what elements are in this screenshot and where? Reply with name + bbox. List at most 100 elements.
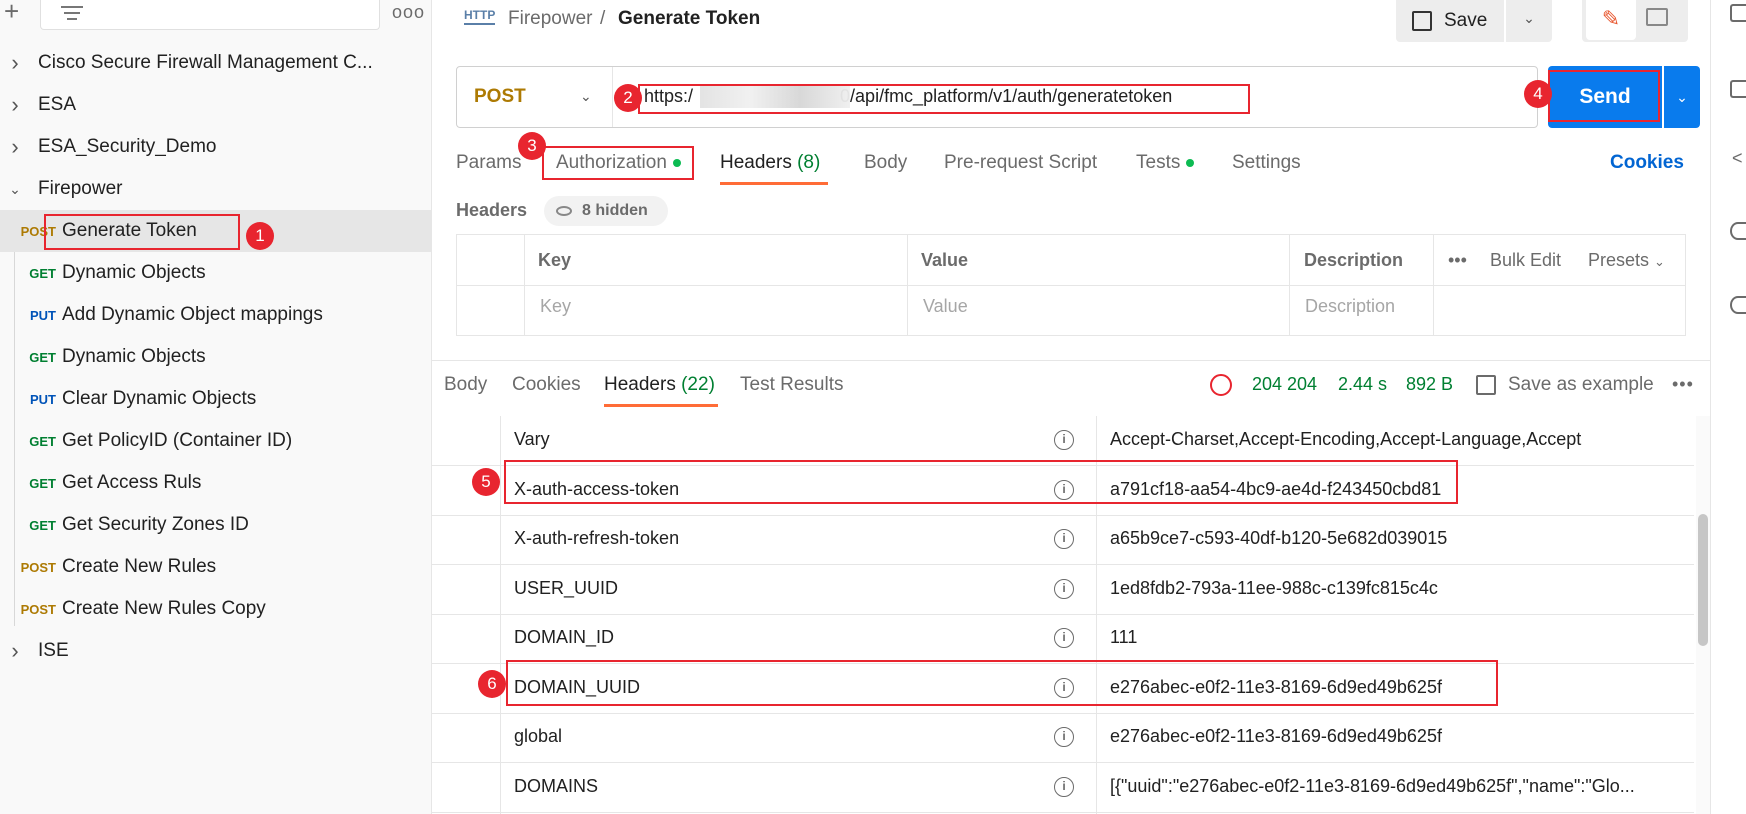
highlight-box <box>504 460 1458 504</box>
folder-item[interactable]: › ISE <box>0 630 432 672</box>
chevron-right-icon[interactable]: › <box>0 134 30 160</box>
tab-label: Cookies <box>512 374 581 395</box>
folder-label: Cisco Secure Firewall Management C... <box>38 52 373 73</box>
description-input[interactable]: Description <box>1305 296 1395 317</box>
info-circle-icon[interactable] <box>1730 296 1746 314</box>
scrollbar-thumb[interactable] <box>1698 514 1708 646</box>
response-tab-cookies[interactable]: Cookies <box>512 374 581 396</box>
eye-icon <box>556 206 572 216</box>
highlight-box <box>44 214 240 250</box>
header-value[interactable]: a65b9ce7-c593-40df-b120-5e682d039015 <box>1110 528 1680 549</box>
response-tab-headers[interactable]: Headers (22) <box>604 374 715 396</box>
request-item[interactable]: GET Get Access Ruls <box>0 462 432 504</box>
cookies-link[interactable]: Cookies <box>1610 152 1684 174</box>
response-tab-body[interactable]: Body <box>444 374 487 396</box>
info-icon[interactable]: i <box>1054 529 1074 549</box>
header-key[interactable]: USER_UUID <box>514 578 618 599</box>
step-badge: 2 <box>614 84 642 112</box>
presets-button[interactable]: Presets ⌄ <box>1588 250 1665 271</box>
method-badge: POST <box>20 559 56 575</box>
header-value[interactable]: 111 <box>1110 627 1680 648</box>
add-icon[interactable]: + <box>4 0 19 27</box>
tab-tests[interactable]: Tests <box>1136 152 1195 174</box>
header-key[interactable]: DOMAIN_ID <box>514 627 614 648</box>
header-value[interactable]: 1ed8fdb2-793a-11ee-988c-c139fc815c4c <box>1110 578 1680 599</box>
request-item[interactable]: GET Get Security Zones ID <box>0 504 432 546</box>
save-label: Save <box>1444 10 1488 31</box>
info-icon[interactable]: i <box>1054 727 1074 747</box>
tab-headers[interactable]: Headers (8) <box>720 152 820 174</box>
step-badge: 4 <box>1524 80 1552 108</box>
folder-item[interactable]: › ESA <box>0 84 432 126</box>
request-label: Get Security Zones ID <box>62 514 249 535</box>
chevron-down-icon[interactable]: ⌄ <box>0 181 30 198</box>
request-item[interactable]: PUT Add Dynamic Object mappings <box>0 294 432 336</box>
request-item[interactable]: PUT Clear Dynamic Objects <box>0 378 432 420</box>
edit-pencil-icon[interactable]: ✎ <box>1586 0 1636 40</box>
info-icon[interactable]: i <box>1054 430 1074 450</box>
comment-icon[interactable] <box>1646 8 1668 26</box>
response-tab-test-results[interactable]: Test Results <box>740 374 843 396</box>
request-item[interactable]: POST Create New Rules <box>0 546 432 588</box>
response-more-icon[interactable]: ••• <box>1672 374 1694 395</box>
key-input[interactable]: Key <box>540 296 571 317</box>
info-icon[interactable]: i <box>1054 776 1074 797</box>
header-value[interactable]: e276abec-e0f2-11e3-8169-6d9ed49b625f <box>1110 726 1680 747</box>
page-title[interactable]: Generate Token <box>618 8 760 30</box>
code-icon[interactable]: < <box>1732 148 1743 169</box>
chevron-right-icon[interactable]: › <box>0 638 30 664</box>
response-size[interactable]: 892 B <box>1406 374 1453 395</box>
network-globe-icon[interactable] <box>1210 374 1232 396</box>
tab-body[interactable]: Body <box>864 152 907 174</box>
chevron-right-icon[interactable]: › <box>0 92 30 118</box>
header-key[interactable]: X-auth-refresh-token <box>514 528 679 549</box>
hidden-headers-toggle[interactable]: 8 hidden <box>544 196 668 226</box>
request-item[interactable]: GET Dynamic Objects <box>0 252 432 294</box>
method-select[interactable]: POST <box>474 86 526 108</box>
info-icon[interactable]: i <box>1054 578 1074 599</box>
header-value[interactable]: Accept-Charset,Accept-Encoding,Accept-La… <box>1110 429 1680 450</box>
folder-item[interactable]: › ESA_Security_Demo <box>0 126 432 168</box>
step-badge: 5 <box>472 468 500 496</box>
col-value: Value <box>921 250 969 270</box>
value-input[interactable]: Value <box>923 296 968 317</box>
request-label: Clear Dynamic Objects <box>62 388 257 409</box>
tab-params[interactable]: Params <box>456 152 521 174</box>
info-panel-icon[interactable] <box>1730 80 1746 98</box>
header-value[interactable]: [{"uuid":"e276abec-e0f2-11e3-8169-6d9ed4… <box>1110 776 1680 797</box>
tab-count: (22) <box>681 374 715 395</box>
save-icon <box>1412 11 1432 31</box>
breadcrumb-parent[interactable]: Firepower <box>508 8 592 30</box>
lightbulb-icon[interactable] <box>1730 222 1746 240</box>
folder-label: ESA_Security_Demo <box>38 136 217 157</box>
divider <box>612 67 613 127</box>
request-item[interactable]: GET Dynamic Objects <box>0 336 432 378</box>
step-badge: 6 <box>478 670 506 698</box>
header-key[interactable]: global <box>514 726 562 747</box>
save-dropdown-button[interactable]: ⌄ <box>1506 0 1552 42</box>
send-dropdown-button[interactable]: ⌄ <box>1664 66 1700 128</box>
header-key[interactable]: Vary <box>514 429 550 450</box>
sidebar-more-icon[interactable]: ooo <box>392 2 425 23</box>
chevron-down-icon[interactable]: ⌄ <box>580 88 592 105</box>
table-more-icon[interactable]: ••• <box>1448 250 1467 271</box>
status-code[interactable]: 204 204 <box>1252 374 1317 395</box>
request-item[interactable]: POST Create New Rules Copy <box>0 588 432 630</box>
bulk-edit-button[interactable]: Bulk Edit <box>1490 250 1561 271</box>
tab-pre-request-script[interactable]: Pre-request Script <box>944 152 1097 174</box>
tab-label: Body <box>444 374 488 395</box>
tab-settings[interactable]: Settings <box>1232 152 1301 174</box>
info-icon[interactable]: i <box>1054 628 1074 648</box>
save-button[interactable]: Save <box>1396 0 1504 42</box>
request-item[interactable]: GET Get PolicyID (Container ID) <box>0 420 432 462</box>
chevron-right-icon[interactable]: › <box>0 50 30 76</box>
hidden-count: 8 hidden <box>582 202 648 219</box>
save-as-example-button[interactable]: Save as example <box>1476 374 1654 396</box>
folder-item[interactable]: › Cisco Secure Firewall Management C... <box>0 42 432 84</box>
header-key[interactable]: DOMAINS <box>514 776 598 797</box>
filter-field[interactable] <box>40 0 380 30</box>
response-time[interactable]: 2.44 s <box>1338 374 1387 395</box>
col-description: Description <box>1304 250 1404 270</box>
folder-item[interactable]: ⌄ Firepower <box>0 168 432 210</box>
docs-icon[interactable] <box>1730 4 1746 22</box>
